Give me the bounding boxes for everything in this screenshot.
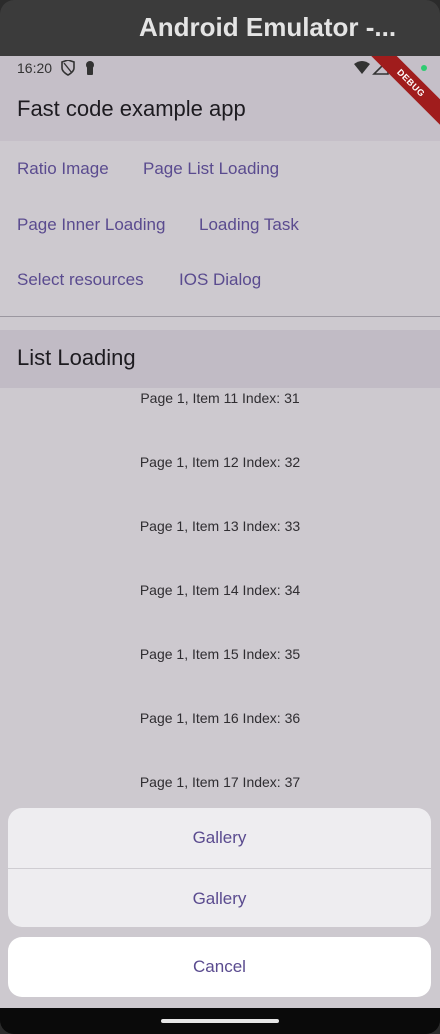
device-screen: 16:20 Fast code example app DEBUG Ratio … xyxy=(0,56,440,1008)
list-item[interactable]: Page 1, Item 12 Index: 32 xyxy=(0,454,440,518)
action-gallery-button[interactable]: Gallery xyxy=(8,808,431,868)
nav-link-page-inner-loading[interactable]: Page Inner Loading xyxy=(17,215,165,235)
list-item[interactable]: Page 1, Item 16 Index: 36 xyxy=(0,710,440,774)
keyhole-icon xyxy=(86,61,94,75)
list-item[interactable]: Page 1, Item 11 Index: 31 xyxy=(0,390,440,454)
nav-link-loading-task[interactable]: Loading Task xyxy=(199,215,299,235)
nav-link-page-list-loading[interactable]: Page List Loading xyxy=(143,159,279,179)
nav-links-area: Ratio Image Page List Loading Page Inner… xyxy=(0,141,440,316)
app-bar: Fast code example app xyxy=(0,80,440,141)
emulator-window: Android Emulator -... 16:20 Fast code ex… xyxy=(0,0,440,1034)
action-sheet: Gallery Gallery xyxy=(8,808,431,927)
notification-dot xyxy=(421,65,427,71)
nav-link-select-resources[interactable]: Select resources xyxy=(17,270,144,290)
status-icons-left xyxy=(60,59,100,76)
cancel-button[interactable]: Cancel xyxy=(8,937,431,997)
list-item[interactable]: Page 1, Item 15 Index: 35 xyxy=(0,646,440,710)
app-title: Fast code example app xyxy=(17,96,246,121)
section-header: List Loading xyxy=(0,330,440,388)
list-item[interactable]: Page 1, Item 14 Index: 34 xyxy=(0,582,440,646)
window-title-bar[interactable]: Android Emulator -... xyxy=(0,0,440,56)
divider xyxy=(0,316,440,317)
home-handle[interactable] xyxy=(161,1019,279,1023)
nav-link-ios-dialog[interactable]: IOS Dialog xyxy=(179,270,261,290)
system-nav-bar xyxy=(0,1008,440,1034)
window-title: Android Emulator -... xyxy=(139,12,397,42)
shield-icon xyxy=(61,59,75,76)
list-item[interactable]: Page 1, Item 13 Index: 33 xyxy=(0,518,440,582)
section-title: List Loading xyxy=(17,345,136,370)
nav-link-ratio-image[interactable]: Ratio Image xyxy=(17,159,109,179)
status-time: 16:20 xyxy=(17,60,53,76)
action-gallery-button-2[interactable]: Gallery xyxy=(8,869,431,927)
wifi-icon xyxy=(354,61,370,74)
